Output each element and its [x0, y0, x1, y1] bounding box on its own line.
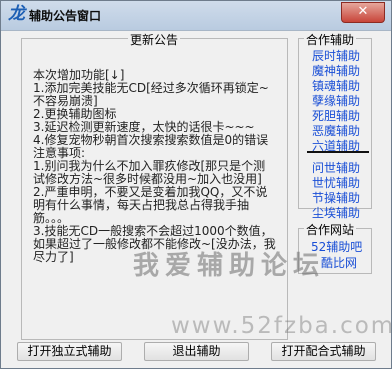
open-standalone-button[interactable]: 打开独立式辅助 [17, 342, 122, 361]
notice-textarea[interactable]: 本次增加功能[↓] 1.添加完美技能无CD[经过多次循环再锁定~不容易崩溃] 2… [33, 69, 277, 264]
app-dragon-icon: 龙 [8, 4, 25, 24]
helper-link-chenai[interactable]: 尘埃辅助 [312, 204, 360, 221]
main-window: 龙 辅助公告窗口 ✕ 更新公告 本次增加功能[↓] 1.添加完美技能无CD[经过… [0, 0, 392, 369]
helpers-group-label: 合作辅助 [304, 31, 357, 48]
window-title: 辅助公告窗口 [29, 9, 102, 23]
title-bar[interactable]: 龙 辅助公告窗口 ✕ [1, 1, 391, 31]
helpers-divider [307, 151, 369, 153]
close-button[interactable]: ✕ [341, 2, 385, 23]
open-combined-button[interactable]: 打开配合式辅助 [271, 342, 376, 361]
notice-group-label: 更新公告 [128, 31, 181, 48]
sites-group-label: 合作网站 [304, 221, 357, 238]
forum-url-watermark: www.52fzba.com [171, 313, 392, 339]
exit-button[interactable]: 退出辅助 [144, 342, 249, 361]
forum-watermark: 我爱辅助论坛 [133, 251, 326, 281]
site-link-kubi[interactable]: 酷比网 [321, 254, 357, 271]
